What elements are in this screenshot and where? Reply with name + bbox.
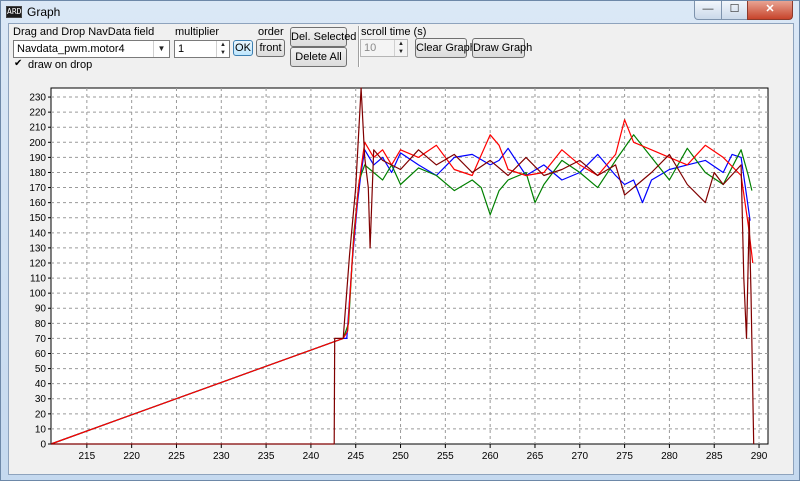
x-tick-label: 280 (661, 451, 678, 462)
order-label: order (258, 26, 284, 38)
y-tick-label: 150 (29, 213, 46, 224)
title-bar[interactable]: ARD Graph — ☐ ✕ (1, 1, 799, 23)
graph-window: ARD Graph — ☐ ✕ Drag and Drop NavData fi… (0, 0, 800, 481)
y-tick-label: 110 (30, 274, 46, 285)
y-tick-label: 190 (29, 153, 46, 164)
y-tick-label: 90 (35, 304, 47, 315)
y-tick-label: 60 (35, 349, 47, 360)
x-tick-label: 230 (213, 451, 230, 462)
y-tick-label: 120 (29, 258, 46, 269)
x-tick-label: 270 (571, 451, 588, 462)
delete-all-button[interactable]: Delete All (290, 47, 347, 67)
clear-graph-button[interactable]: Clear Graph (415, 38, 476, 58)
x-tick-label: 290 (751, 451, 768, 462)
app-icon: ARD (6, 6, 22, 18)
scroll-time-value: 10 (364, 42, 377, 54)
spin-up-icon[interactable]: ▲ (217, 41, 229, 49)
maximize-button[interactable]: ☐ (721, 1, 748, 20)
y-tick-label: 180 (29, 168, 46, 179)
x-tick-label: 245 (347, 451, 364, 462)
navdata-field-value: Navdata_pwm.motor4 (17, 43, 125, 55)
scroll-time-label: scroll time (s) (361, 26, 427, 38)
multiplier-value: 1 (178, 43, 185, 55)
y-tick-label: 200 (29, 138, 46, 149)
field-label: Drag and Drop NavData field (13, 26, 155, 38)
y-tick-label: 230 (29, 93, 46, 104)
y-tick-label: 80 (35, 319, 47, 330)
window-title: Graph (27, 5, 61, 19)
y-tick-label: 210 (29, 123, 46, 134)
y-tick-label: 40 (35, 379, 47, 390)
line-chart[interactable]: 0 10 20 30 40 50 60 70 80 90 100 110 120 130 140 150 160… (10, 74, 792, 474)
plot-area (50, 87, 769, 445)
x-tick-label: 235 (258, 451, 275, 462)
spin-down-icon[interactable]: ▼ (217, 49, 229, 57)
x-tick-label: 255 (437, 451, 454, 462)
navdata-field-combobox[interactable]: Navdata_pwm.motor4 ▼ (13, 40, 170, 58)
x-tick-label: 225 (168, 451, 185, 462)
y-tick-label: 160 (29, 198, 46, 209)
spin-up-icon[interactable]: ▲ (395, 40, 407, 48)
x-tick-label: 250 (392, 451, 409, 462)
draw-on-drop-checkbox[interactable]: ✔ (14, 59, 25, 70)
draw-on-drop-label[interactable]: draw on drop (28, 59, 92, 71)
graph-panel[interactable]: 0 10 20 30 40 50 60 70 80 90 100 110 120 130 140 150 160… (10, 74, 792, 474)
ok-button[interactable]: OK (233, 40, 253, 56)
x-tick-label: 285 (706, 451, 723, 462)
y-tick-label: 50 (35, 364, 47, 375)
x-tick-label: 220 (123, 451, 140, 462)
minimize-button[interactable]: — (694, 1, 722, 20)
y-tick-label: 10 (35, 424, 47, 435)
spin-down-icon[interactable]: ▼ (395, 48, 407, 56)
y-tick-label: 170 (29, 183, 46, 194)
client-area: Drag and Drop NavData field Navdata_pwm.… (8, 23, 794, 475)
close-button[interactable]: ✕ (747, 1, 793, 20)
y-tick-label: 20 (35, 409, 47, 420)
x-tick-label: 240 (303, 451, 320, 462)
multiplier-stepper[interactable]: 1 ▲ ▼ (174, 40, 230, 58)
y-tick-label: 70 (35, 334, 47, 345)
y-tick-label: 140 (29, 228, 46, 239)
order-front-button[interactable]: front (256, 39, 285, 57)
multiplier-label: multiplier (175, 26, 220, 38)
scroll-time-stepper[interactable]: 10 ▲ ▼ (360, 39, 408, 57)
x-tick-label: 215 (79, 451, 96, 462)
y-tick-label: 0 (40, 440, 46, 451)
x-tick-label: 265 (527, 451, 544, 462)
y-tick-label: 130 (29, 243, 46, 254)
chevron-down-icon[interactable]: ▼ (153, 41, 169, 57)
y-tick-label: 30 (35, 394, 47, 405)
delete-selected-button[interactable]: Del. Selected (290, 27, 356, 47)
draw-graph-button[interactable]: Draw Graph (472, 38, 532, 58)
x-tick-label: 275 (616, 451, 633, 462)
y-tick-label: 100 (29, 289, 46, 300)
x-tick-label: 260 (482, 451, 499, 462)
y-tick-label: 220 (29, 108, 46, 119)
